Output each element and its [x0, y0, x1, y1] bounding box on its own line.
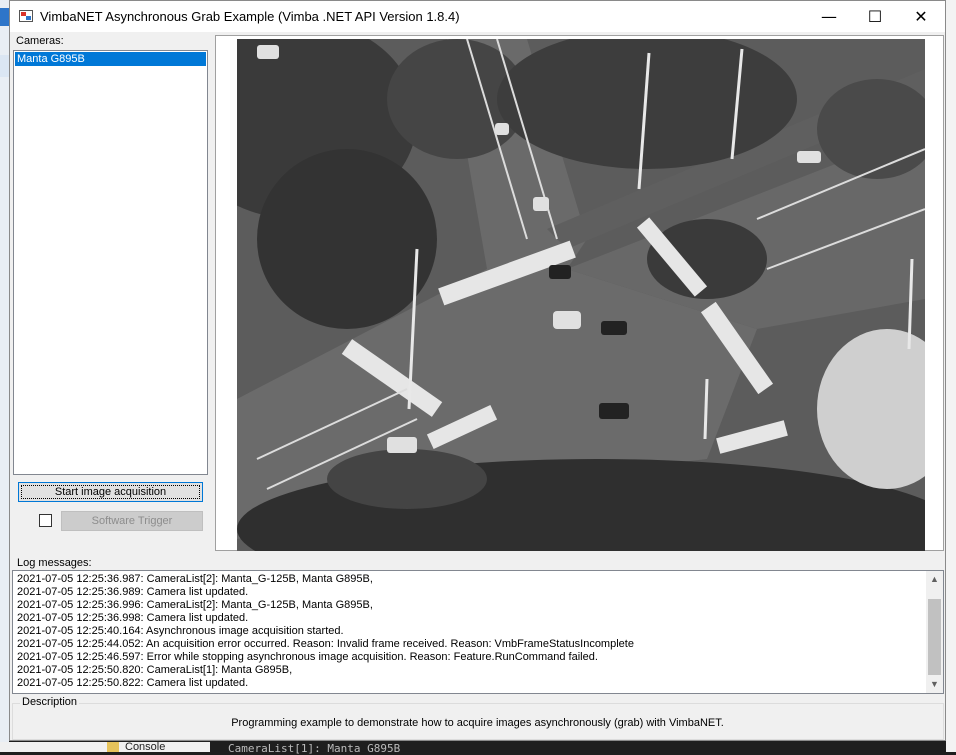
- log-line: 2021-07-05 12:25:36.989: Camera list upd…: [17, 586, 249, 598]
- background-solution-explorer: [0, 742, 210, 752]
- window-title: VimbaNET Asynchronous Grab Example (Vimb…: [40, 9, 460, 24]
- intersection-image: [237, 39, 925, 551]
- close-button[interactable]: ✕: [898, 1, 944, 32]
- background-app-left-edge: [0, 0, 9, 752]
- log-messages-box[interactable]: 2021-07-05 12:25:36.987: CameraList[2]: …: [12, 570, 944, 694]
- scroll-up-arrow-icon[interactable]: ▲: [926, 571, 943, 588]
- log-line: 2021-07-05 12:25:50.822: Camera list upd…: [17, 677, 249, 689]
- scroll-down-arrow-icon[interactable]: ▼: [926, 676, 943, 693]
- main-window: VimbaNET Asynchronous Grab Example (Vimb…: [9, 0, 946, 741]
- software-trigger-checkbox[interactable]: [39, 514, 52, 527]
- camera-list-item[interactable]: Manta G895B: [15, 52, 206, 66]
- log-lines: 2021-07-05 12:25:36.987: CameraList[2]: …: [17, 573, 925, 690]
- camera-image: [237, 39, 925, 551]
- log-line: 2021-07-05 12:25:40.164: Asynchronous im…: [17, 625, 344, 637]
- title-bar[interactable]: VimbaNET Asynchronous Grab Example (Vimb…: [10, 1, 945, 32]
- log-line: 2021-07-05 12:25:36.987: CameraList[2]: …: [17, 573, 373, 585]
- description-text: Programming example to demonstrate how t…: [231, 717, 724, 729]
- start-acquisition-button[interactable]: Start image acquisition: [18, 482, 203, 502]
- log-line: 2021-07-05 12:25:44.052: An acquisition …: [17, 638, 634, 650]
- scroll-thumb[interactable]: [928, 599, 941, 675]
- log-messages-label: Log messages:: [17, 557, 92, 569]
- background-app-right-edge: [946, 0, 956, 752]
- log-scrollbar[interactable]: ▲ ▼: [926, 571, 943, 693]
- log-line: 2021-07-05 12:25:36.998: Camera list upd…: [17, 612, 249, 624]
- software-trigger-button: Software Trigger: [61, 511, 203, 531]
- camera-list[interactable]: Manta G895B: [13, 50, 208, 475]
- background-code-text: CameraList[1]: Manta G895B: [228, 742, 401, 755]
- cameras-label: Cameras:: [16, 35, 64, 47]
- log-line: 2021-07-05 12:25:50.820: CameraList[1]: …: [17, 664, 293, 676]
- maximize-button[interactable]: ☐: [852, 1, 898, 32]
- description-label: Description: [20, 696, 80, 708]
- minimize-button[interactable]: —: [806, 1, 852, 32]
- image-view-frame: [215, 35, 944, 551]
- log-line: 2021-07-05 12:25:36.996: CameraList[2]: …: [17, 599, 373, 611]
- app-icon: [19, 10, 33, 22]
- folder-icon: [107, 742, 119, 752]
- console-tree-item[interactable]: Console: [125, 741, 165, 753]
- log-line: 2021-07-05 12:25:46.597: Error while sto…: [17, 651, 598, 663]
